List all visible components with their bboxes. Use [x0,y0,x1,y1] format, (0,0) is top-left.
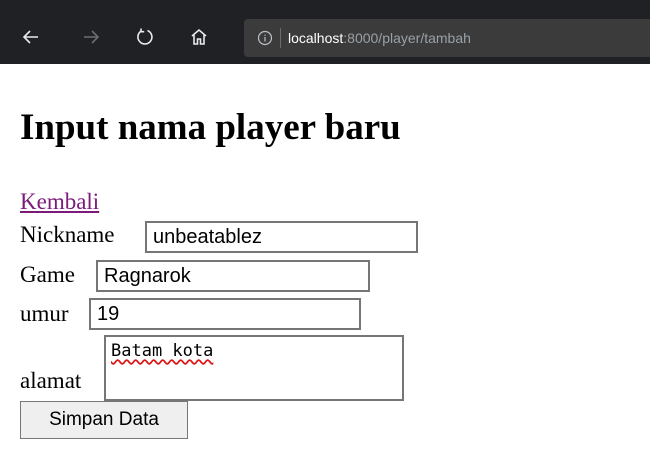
umur-row: umur [20,299,69,327]
url-text[interactable]: localhost:8000/player/tambah [288,29,471,47]
info-icon[interactable] [257,30,273,46]
umur-label: umur [20,300,69,326]
game-row: Game [20,260,75,288]
page-title: Input nama player baru [20,107,401,148]
back-arrow-icon [22,30,38,44]
url-path: :8000/player/tambah [343,30,471,46]
refresh-icon [137,28,153,45]
url-host: localhost [288,30,344,46]
home-icon [191,28,207,45]
game-field[interactable]: Ragnarok [96,260,370,292]
home-button[interactable] [182,20,216,54]
back-link[interactable]: Kembali [20,189,99,215]
back-button[interactable] [14,20,48,54]
forward-arrow-icon [84,30,100,44]
save-data-button[interactable]: Simpan Data [20,401,188,439]
alamat-row: alamat [20,366,81,394]
nickname-field[interactable]: unbeatablez [145,221,418,253]
page-content: Input nama player baru Kembali Nickname … [20,64,650,457]
game-label: Game [20,261,75,287]
nickname-row: Nickname [20,220,115,248]
nickname-label: Nickname [20,221,115,247]
browser-toolbar: localhost:8000/player/tambah [0,0,650,64]
forward-button[interactable] [74,20,108,54]
alamat-textarea[interactable]: Batam kota [104,335,404,401]
address-bar[interactable]: localhost:8000/player/tambah [244,19,650,57]
address-separator [280,28,281,48]
refresh-button[interactable] [128,20,162,54]
umur-field[interactable]: 19 [89,298,361,330]
alamat-label: alamat [20,367,82,393]
